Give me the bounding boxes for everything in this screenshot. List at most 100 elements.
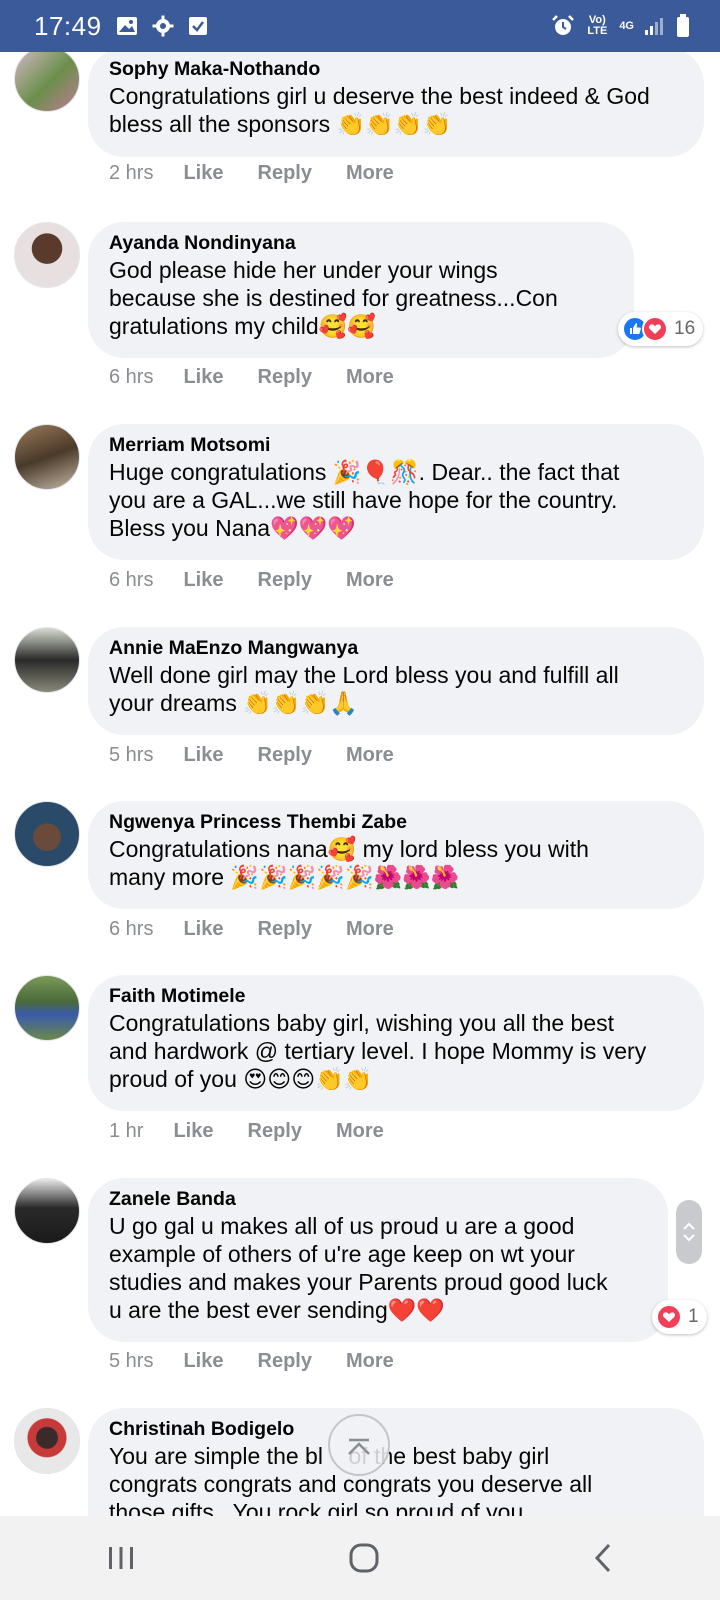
comment-bubble[interactable]: Ayanda Nondinyana God please hide her un… [88, 222, 634, 358]
like-button[interactable]: Like [183, 162, 223, 185]
comment-text-line: many more 🎉🎉🎉🎉🎉🌺🌺🌺 [109, 864, 460, 890]
comment-text-line: you are a GAL...we still have hope for t… [109, 487, 618, 513]
comment-text-line: You are simple the bl of the best baby g… [109, 1443, 550, 1469]
comment-actions: 6 hrs Like Reply More [109, 366, 428, 389]
more-button[interactable]: More [346, 1350, 394, 1373]
comment-author[interactable]: Zanele Banda [109, 1187, 646, 1212]
battery-icon [676, 14, 690, 38]
avatar[interactable] [14, 1408, 80, 1474]
alarm-icon [551, 14, 575, 38]
comment-actions: 6 hrs Like Reply More [109, 918, 428, 941]
comment-author[interactable]: Christinah Bodigelo [109, 1417, 682, 1442]
avatar[interactable] [14, 627, 80, 693]
reply-button[interactable]: Reply [258, 162, 312, 185]
reply-button[interactable]: Reply [258, 744, 312, 767]
reaction-summary[interactable]: 16 [618, 312, 704, 346]
comment-author[interactable]: Ayanda Nondinyana [109, 231, 612, 256]
reaction-summary[interactable]: 1 [652, 1300, 707, 1334]
avatar[interactable] [14, 1178, 80, 1244]
comment-text-line: studies and makes your Parents proud goo… [109, 1269, 608, 1295]
more-button[interactable]: More [346, 162, 394, 185]
like-button[interactable]: Like [183, 1350, 223, 1373]
like-button[interactable]: Like [183, 918, 223, 941]
comment-text-line: proud of you 😍😊😊👏👏 [109, 1066, 373, 1092]
more-button[interactable]: More [346, 918, 394, 941]
comment-time: 6 hrs [109, 366, 154, 388]
comment-text-line: those gifts.. You rock girl so proud of … [109, 1499, 524, 1516]
comment-text-line: and hardwork @ tertiary level. I hope Mo… [109, 1038, 647, 1064]
system-nav-bar [0, 1516, 720, 1600]
comment-bubble[interactable]: Christinah Bodigelo You are simple the b… [88, 1408, 704, 1516]
comment-text-line: Well done girl may the Lord bless you an… [109, 662, 619, 688]
comment-text-line: your dreams 👏👏👏🙏 [109, 690, 358, 716]
avatar[interactable] [14, 222, 80, 288]
comment-time: 5 hrs [109, 1350, 154, 1372]
comment-author[interactable]: Ngwenya Princess Thembi Zabe [109, 810, 682, 835]
reply-button[interactable]: Reply [258, 1350, 312, 1373]
like-button[interactable]: Like [173, 1120, 213, 1143]
back-icon[interactable] [592, 1542, 614, 1574]
comment-author[interactable]: Merriam Motsomi [109, 433, 682, 458]
reply-button[interactable]: Reply [258, 366, 312, 389]
comment-actions: 1 hr Like Reply More [109, 1120, 418, 1143]
recent-apps-icon[interactable] [106, 1544, 136, 1572]
volte-indicator: Vo) LTE [587, 14, 608, 37]
avatar[interactable] [14, 424, 80, 490]
comment-bubble[interactable]: Ngwenya Princess Thembi Zabe Congratulat… [88, 801, 704, 909]
comment-actions: 6 hrs Like Reply More [109, 569, 428, 592]
comment-author[interactable]: Annie MaEnzo Mangwanya [109, 636, 682, 661]
comment-time: 6 hrs [109, 569, 154, 591]
avatar[interactable] [14, 52, 80, 112]
gear-icon [152, 15, 174, 37]
like-button[interactable]: Like [183, 366, 223, 389]
comment-bubble[interactable]: Sophy Maka-Nothando Congratulations girl… [88, 52, 704, 157]
avatar[interactable] [14, 801, 80, 867]
scrollbar-thumb[interactable] [676, 1200, 702, 1264]
reaction-count: 1 [688, 1306, 699, 1327]
reply-button[interactable]: Reply [248, 1120, 302, 1143]
comment-time: 5 hrs [109, 744, 154, 766]
reaction-count: 16 [674, 318, 696, 339]
avatar[interactable] [14, 975, 80, 1041]
comments-feed[interactable]: Sophy Maka-Nothando Congratulations girl… [0, 52, 720, 1516]
comment-author[interactable]: Faith Motimele [109, 984, 682, 1009]
comment-actions: 5 hrs Like Reply More [109, 744, 428, 767]
chevron-down-icon [683, 1234, 695, 1242]
love-reaction-icon [642, 316, 668, 342]
home-icon[interactable] [348, 1542, 380, 1574]
comment-bubble[interactable]: Merriam Motsomi Huge congratulations 🎉🎈🎊… [88, 424, 704, 560]
chevron-up-icon [345, 1434, 373, 1456]
more-button[interactable]: More [346, 366, 394, 389]
love-reaction-icon [656, 1304, 682, 1330]
reply-button[interactable]: Reply [258, 569, 312, 592]
comment-text-line: Congratulations nana🥰 my lord bless you … [109, 836, 589, 862]
signal-icon [644, 16, 666, 36]
comment-text-line: congrats congrats and congrats you deser… [109, 1471, 593, 1497]
comment-text-line: because she is destined for greatness...… [109, 285, 558, 311]
more-button[interactable]: More [346, 744, 394, 767]
status-time: 17:49 [34, 10, 102, 41]
comment-text-line: gratulations my child🥰🥰 [109, 313, 376, 339]
comment-text-line: Huge congratulations 🎉🎈🎊. Dear.. the fac… [109, 459, 620, 485]
comment-text-line: bless all the sponsors 👏👏👏👏 [109, 111, 452, 137]
more-button[interactable]: More [336, 1120, 384, 1143]
checkbox-icon [188, 16, 208, 36]
comment-text-line: Bless you Nana💖💖💖 [109, 515, 357, 541]
comment-actions: 5 hrs Like Reply More [109, 1350, 428, 1373]
comment-text-line: Congratulations girl u deserve the best … [109, 83, 650, 109]
comment-bubble[interactable]: Faith Motimele Congratulations baby girl… [88, 975, 704, 1111]
more-button[interactable]: More [346, 569, 394, 592]
scroll-to-top-button[interactable] [328, 1414, 390, 1476]
like-button[interactable]: Like [183, 569, 223, 592]
comment-author[interactable]: Sophy Maka-Nothando [109, 57, 682, 82]
comment-actions: 2 hrs Like Reply More [109, 162, 428, 185]
comment-text-line: u are the best ever sending❤️❤️ [109, 1297, 446, 1323]
chevron-up-icon [683, 1222, 695, 1230]
network-indicator: 4G [619, 19, 634, 32]
comment-bubble[interactable]: Zanele Banda U go gal u makes all of us … [88, 1178, 668, 1342]
reply-button[interactable]: Reply [258, 918, 312, 941]
comment-text-line: God please hide her under your wings [109, 257, 498, 283]
like-button[interactable]: Like [183, 744, 223, 767]
status-bar: 17:49 Vo) LTE 4G [0, 0, 720, 52]
comment-bubble[interactable]: Annie MaEnzo Mangwanya Well done girl ma… [88, 627, 704, 735]
